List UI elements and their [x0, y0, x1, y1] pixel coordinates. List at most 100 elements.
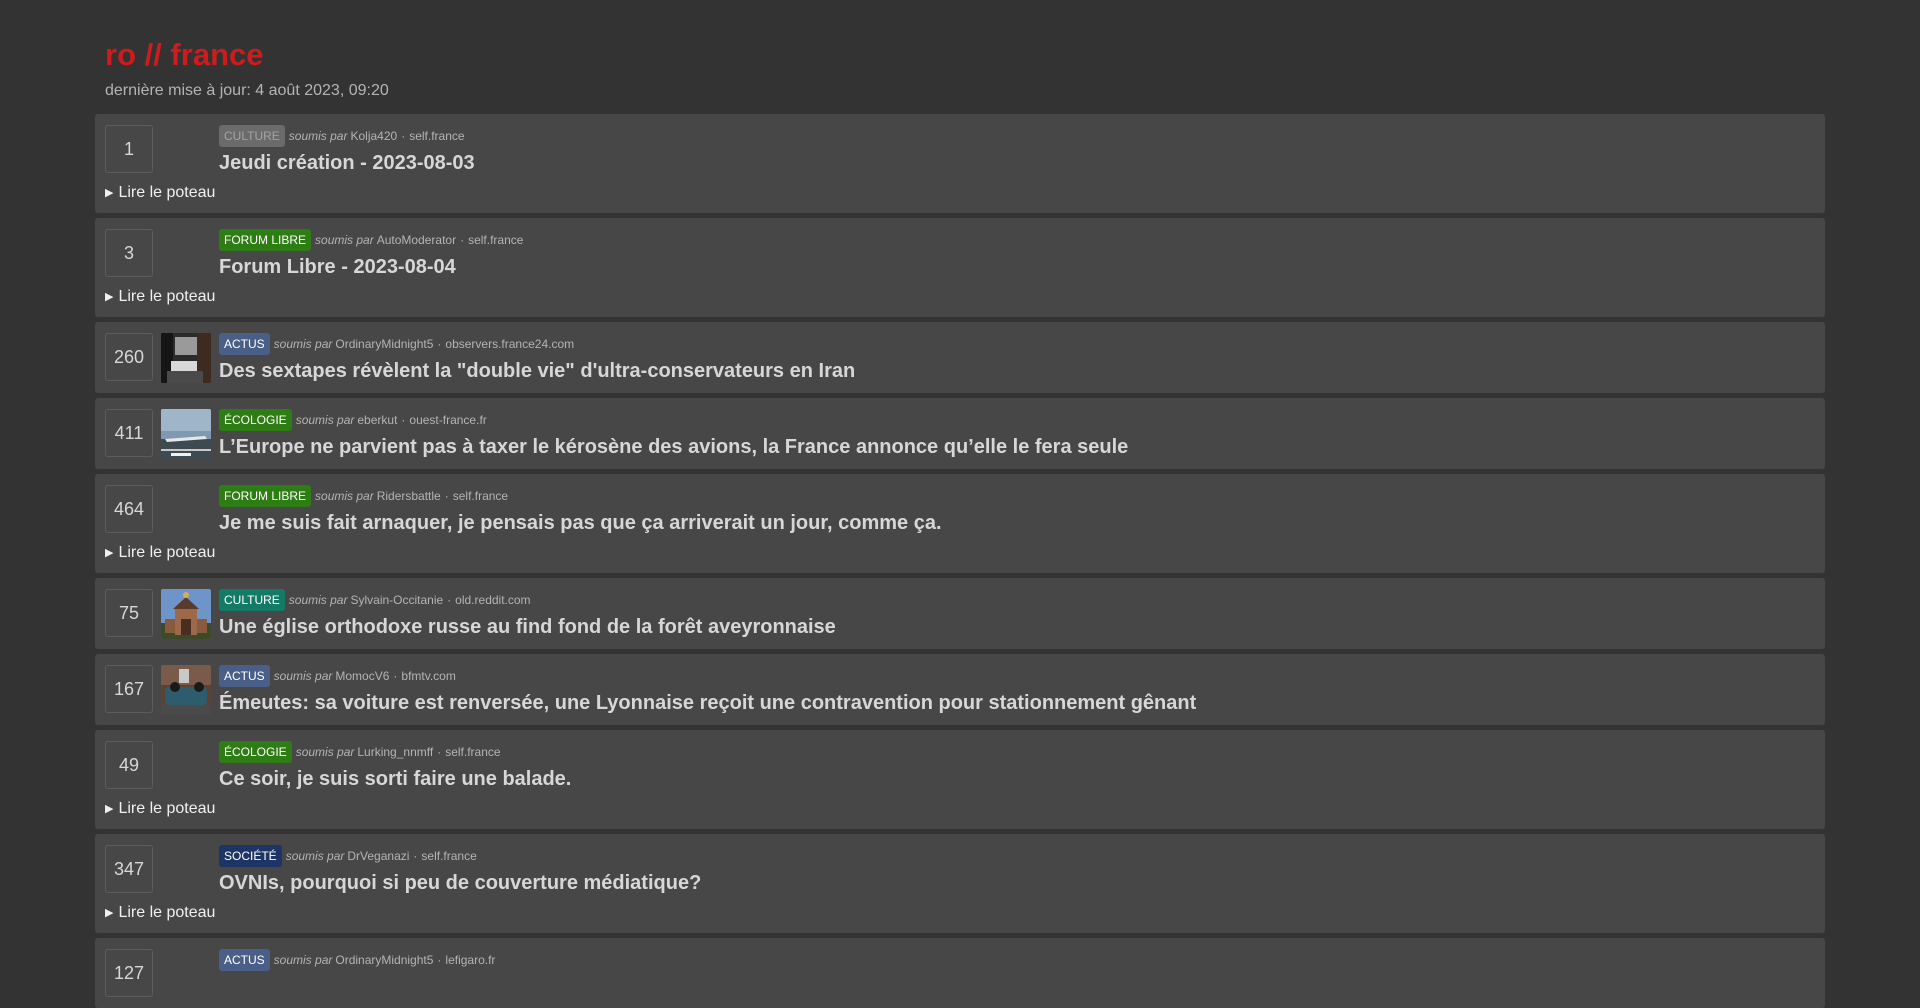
post-domain[interactable]: self.france [409, 126, 464, 146]
post-domain[interactable]: self.france [445, 742, 500, 762]
post-title[interactable]: Des sextapes révèlent la "double vie" d'… [219, 358, 855, 384]
page: ro // france dernière mise à jour: 4 aoû… [0, 0, 1920, 1008]
post-domain[interactable]: self.france [468, 230, 523, 250]
post-title[interactable]: Ce soir, je suis sorti faire une balade. [219, 766, 571, 792]
post-info: SOCIÉTÉ soumis par DrVeganazi · self.fra… [219, 845, 701, 896]
post-author[interactable]: Ridersbattle [377, 486, 441, 506]
post-flair[interactable]: CULTURE [219, 589, 285, 611]
post-domain[interactable]: ouest-france.fr [409, 410, 486, 430]
post-domain[interactable]: observers.france24.com [445, 334, 574, 354]
post-title[interactable]: Je me suis fait arnaquer, je pensais pas… [219, 510, 942, 536]
post-title[interactable]: Jeudi création - 2023-08-03 [219, 150, 475, 176]
post-info: CULTURE soumis par Kolja420 · self.franc… [219, 125, 475, 176]
post-flair[interactable]: FORUM LIBRE [219, 485, 312, 507]
disclosure-triangle-icon: ▶ [105, 291, 114, 303]
post-flair[interactable]: ÉCOLOGIE [219, 409, 292, 431]
post-thumbnail [161, 485, 211, 535]
post-author[interactable]: MomocV6 [335, 666, 389, 686]
post-domain[interactable]: lefigaro.fr [445, 950, 495, 970]
church-photo-thumbnail[interactable] [161, 589, 211, 639]
post-flair[interactable]: FORUM LIBRE [219, 229, 312, 251]
submitted-by-label: soumis par [285, 849, 345, 863]
post-thumbnail [161, 741, 211, 791]
post-item: 347 SOCIÉTÉ soumis par DrVeganazi · self… [95, 834, 1825, 933]
post-author[interactable]: eberkut [357, 410, 397, 430]
post-item: 411 ÉCOLOGIE soumis par eberkut · ouest-… [95, 398, 1825, 469]
meta-separator: · [437, 953, 442, 967]
post-thumbnail [161, 949, 211, 999]
post-score: 1 [105, 125, 153, 173]
disclosure-triangle-icon: ▶ [105, 187, 114, 199]
room-photo-thumbnail[interactable] [161, 333, 211, 383]
submitted-by-label: soumis par [315, 489, 374, 503]
post-author[interactable]: OrdinaryMidnight5 [335, 950, 433, 970]
last-updated: dernière mise à jour: 4 août 2023, 09:20 [105, 82, 389, 99]
airport-photo-thumbnail[interactable] [161, 409, 211, 459]
read-post-toggle[interactable]: ▶ Lire le poteau [105, 543, 1815, 564]
post-author[interactable]: Sylvain-Occitanie [350, 590, 443, 610]
post-meta: ACTUS soumis par OrdinaryMidnight5 · obs… [219, 333, 855, 355]
post-domain[interactable]: old.reddit.com [455, 590, 530, 610]
post-flair[interactable]: SOCIÉTÉ [219, 845, 282, 867]
read-post-label: Lire le poteau [118, 800, 216, 817]
post-score: 49 [105, 741, 153, 789]
submitted-by-label: soumis par [315, 233, 374, 247]
meta-separator: · [401, 413, 406, 427]
submitted-by-label: soumis par [288, 593, 348, 607]
overturned-car-thumbnail[interactable] [161, 665, 211, 715]
post-meta: CULTURE soumis par Sylvain-Occitanie · o… [219, 589, 836, 611]
post-score: 3 [105, 229, 153, 277]
post-domain[interactable]: self.france [453, 486, 508, 506]
read-post-toggle[interactable]: ▶ Lire le poteau [105, 183, 1815, 204]
post-thumbnail [161, 229, 211, 279]
post-info: ACTUS soumis par OrdinaryMidnight5 · obs… [219, 333, 855, 384]
post-title[interactable]: OVNIs, pourquoi si peu de couverture méd… [219, 870, 701, 896]
site-title[interactable]: ro // france [105, 36, 1825, 74]
post-score: 260 [105, 333, 153, 381]
post-info: FORUM LIBRE soumis par Ridersbattle · se… [219, 485, 942, 536]
post-title[interactable]: Forum Libre - 2023-08-04 [219, 254, 523, 280]
post-flair[interactable]: ACTUS [219, 333, 270, 355]
meta-separator: · [401, 129, 406, 143]
read-post-label: Lire le poteau [118, 288, 216, 305]
post-list: 1 CULTURE soumis par Kolja420 · self.fra… [95, 114, 1825, 1008]
post-author[interactable]: Kolja420 [350, 126, 397, 146]
post-info: ÉCOLOGIE soumis par eberkut · ouest-fran… [219, 409, 1128, 460]
disclosure-triangle-icon: ▶ [105, 547, 114, 559]
post-flair[interactable]: ÉCOLOGIE [219, 741, 292, 763]
read-post-label: Lire le poteau [118, 544, 216, 561]
post-score: 411 [105, 409, 153, 457]
post-author[interactable]: OrdinaryMidnight5 [335, 334, 433, 354]
meta-separator: · [393, 669, 398, 683]
post-item: 3 FORUM LIBRE soumis par AutoModerator ·… [95, 218, 1825, 317]
post-title[interactable]: Une église orthodoxe russe au find fond … [219, 614, 836, 640]
post-title[interactable]: Émeutes: sa voiture est renversée, une L… [219, 690, 1196, 716]
post-meta: ÉCOLOGIE soumis par Lurking_nnmff · self… [219, 741, 571, 763]
post-flair[interactable]: ACTUS [219, 949, 270, 971]
post-score: 347 [105, 845, 153, 893]
post-flair[interactable]: CULTURE [219, 125, 285, 147]
meta-separator: · [447, 593, 452, 607]
post-meta: FORUM LIBRE soumis par AutoModerator · s… [219, 229, 523, 251]
post-domain[interactable]: self.france [421, 846, 476, 866]
post-meta: ACTUS soumis par OrdinaryMidnight5 · lef… [219, 949, 495, 971]
post-domain[interactable]: bfmtv.com [401, 666, 455, 686]
read-post-toggle[interactable]: ▶ Lire le poteau [105, 903, 1815, 924]
post-item: 167 ACTUS soumis par MomocV6 · bfmtv.com… [95, 654, 1825, 725]
read-post-toggle[interactable]: ▶ Lire le poteau [105, 287, 1815, 308]
post-author[interactable]: AutoModerator [377, 230, 456, 250]
read-post-label: Lire le poteau [118, 904, 216, 921]
post-info: ACTUS soumis par MomocV6 · bfmtv.com Éme… [219, 665, 1196, 716]
submitted-by-label: soumis par [295, 745, 355, 759]
post-score: 127 [105, 949, 153, 997]
post-title[interactable]: L’Europe ne parvient pas à taxer le kéro… [219, 434, 1128, 460]
disclosure-triangle-icon: ▶ [105, 907, 114, 919]
read-post-toggle[interactable]: ▶ Lire le poteau [105, 799, 1815, 820]
post-author[interactable]: Lurking_nnmff [357, 742, 433, 762]
post-author[interactable]: DrVeganazi [347, 846, 409, 866]
post-meta: CULTURE soumis par Kolja420 · self.franc… [219, 125, 475, 147]
post-flair[interactable]: ACTUS [219, 665, 270, 687]
meta-separator: · [460, 233, 465, 247]
post-item: 464 FORUM LIBRE soumis par Ridersbattle … [95, 474, 1825, 573]
post-item: 260 ACTUS soumis par OrdinaryMidnight5 ·… [95, 322, 1825, 393]
